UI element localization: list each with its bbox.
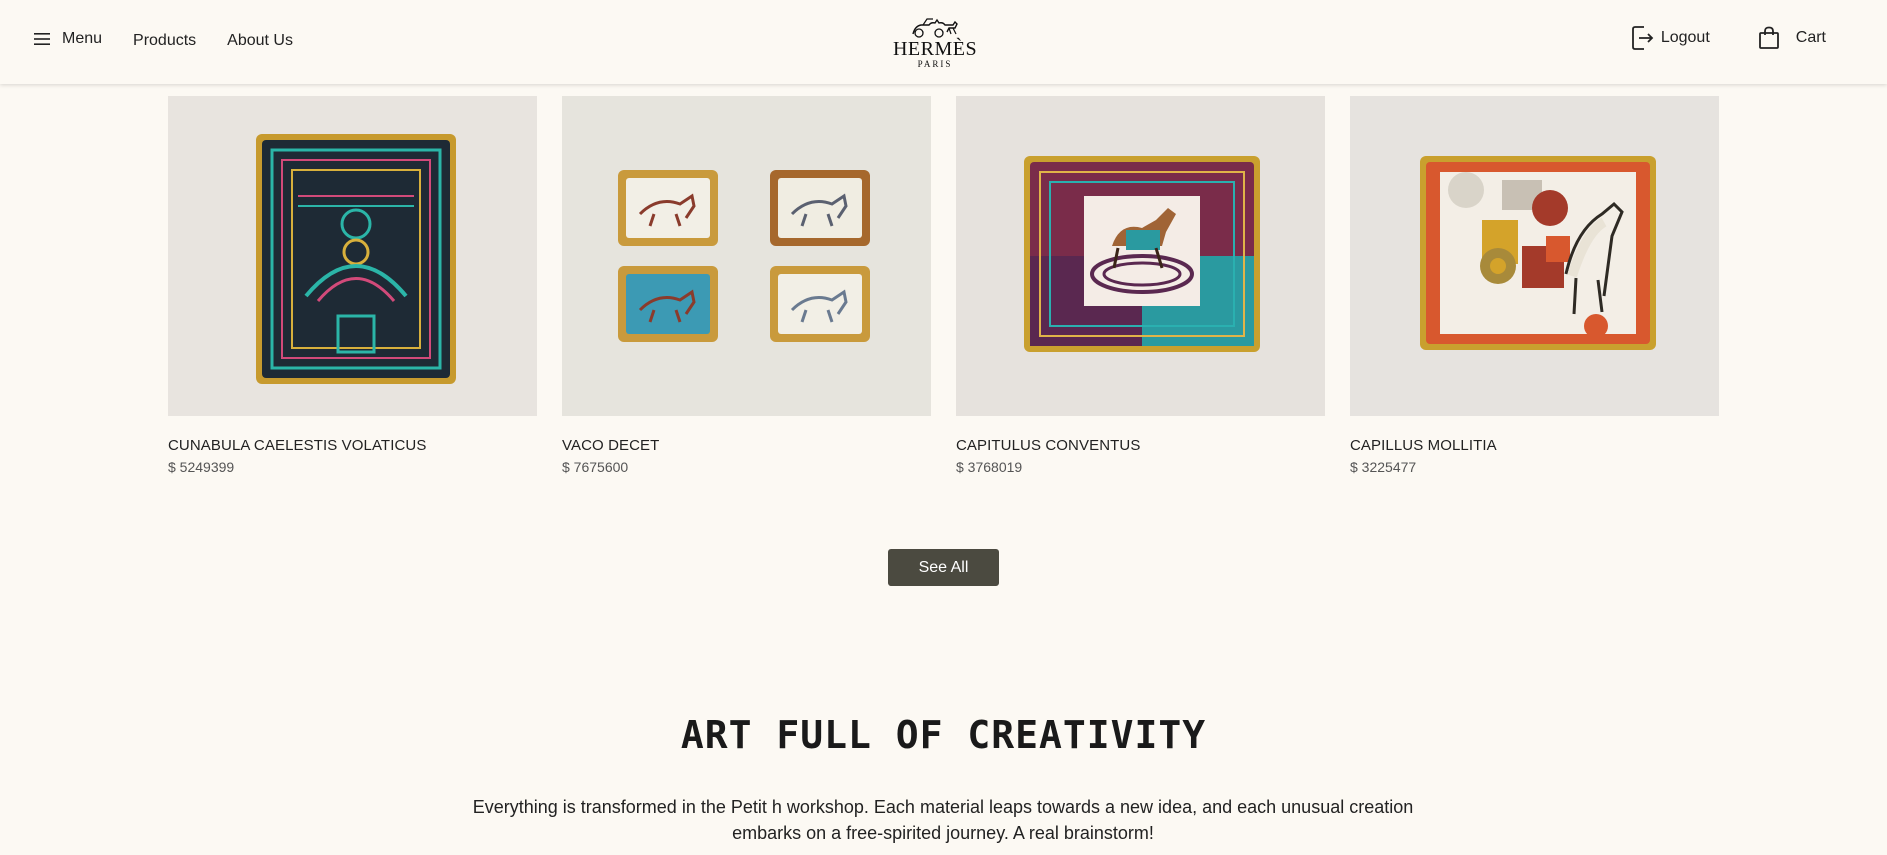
section-description: Everything is transformed in the Petit h…	[472, 797, 1414, 843]
ashtray-mollitia-image	[1350, 96, 1719, 416]
brand-name: HERMÈS	[892, 38, 978, 60]
hamburger-menu-icon	[34, 33, 50, 45]
logout-button[interactable]: Logout	[1631, 25, 1710, 51]
product-grid: CUNABULA CAELESTIS VOLATICUS $ 5249399 V…	[168, 96, 1719, 475]
product-card[interactable]: CUNABULA CAELESTIS VOLATICUS $ 5249399	[168, 96, 537, 475]
product-price: $ 5249399	[168, 459, 235, 475]
product-price: $ 7675600	[562, 459, 629, 475]
menu-label: Menu	[62, 30, 103, 47]
product-name[interactable]: CUNABULA CAELESTIS VOLATICUS	[168, 437, 537, 454]
nav-link-products[interactable]: Products	[133, 32, 196, 50]
shopping-bag-icon	[1758, 26, 1779, 49]
product-name[interactable]: CAPITULUS CONVENTUS	[956, 437, 1325, 454]
product-name[interactable]: VACO DECET	[562, 437, 931, 454]
logout-icon	[1631, 26, 1654, 50]
section-title: ART FULL OF CREATIVITY	[680, 713, 1207, 757]
hermes-carriage-logo	[912, 18, 958, 38]
nav-right: Logout Cart	[1631, 25, 1826, 51]
logout-label: Logout	[1660, 29, 1710, 46]
product-name[interactable]: CAPILLUS MOLLITIA	[1350, 437, 1719, 454]
brand-sub: PARIS	[917, 59, 953, 69]
site-header: Menu Products About Us HERMÈS PARIS Logo…	[0, 0, 1887, 84]
product-image[interactable]	[562, 96, 931, 416]
product-card[interactable]: VACO DECET $ 7675600	[562, 96, 931, 475]
product-image[interactable]	[1350, 96, 1719, 416]
ashtray-horse-conventus-image	[956, 96, 1325, 416]
product-image[interactable]	[956, 96, 1325, 416]
menu-button[interactable]: Menu	[34, 30, 102, 48]
ashtray-horses-image	[562, 96, 931, 416]
cart-button[interactable]: Cart	[1758, 26, 1826, 50]
brand-logo[interactable]: HERMÈS PARIS	[890, 16, 980, 72]
product-card[interactable]: CAPILLUS MOLLITIA $ 3225477	[1350, 96, 1719, 475]
nav-left: Menu Products About Us	[34, 28, 324, 50]
product-card[interactable]: CAPITULUS CONVENTUS $ 3768019	[956, 96, 1325, 475]
nav-link-about-us[interactable]: About Us	[227, 32, 293, 50]
cart-label: Cart	[1795, 29, 1826, 46]
see-all-button[interactable]: See All	[888, 549, 999, 586]
product-price: $ 3225477	[1350, 459, 1417, 475]
product-image[interactable]	[168, 96, 537, 416]
product-price: $ 3768019	[956, 459, 1023, 475]
ashtray-celestial-image	[168, 96, 537, 416]
